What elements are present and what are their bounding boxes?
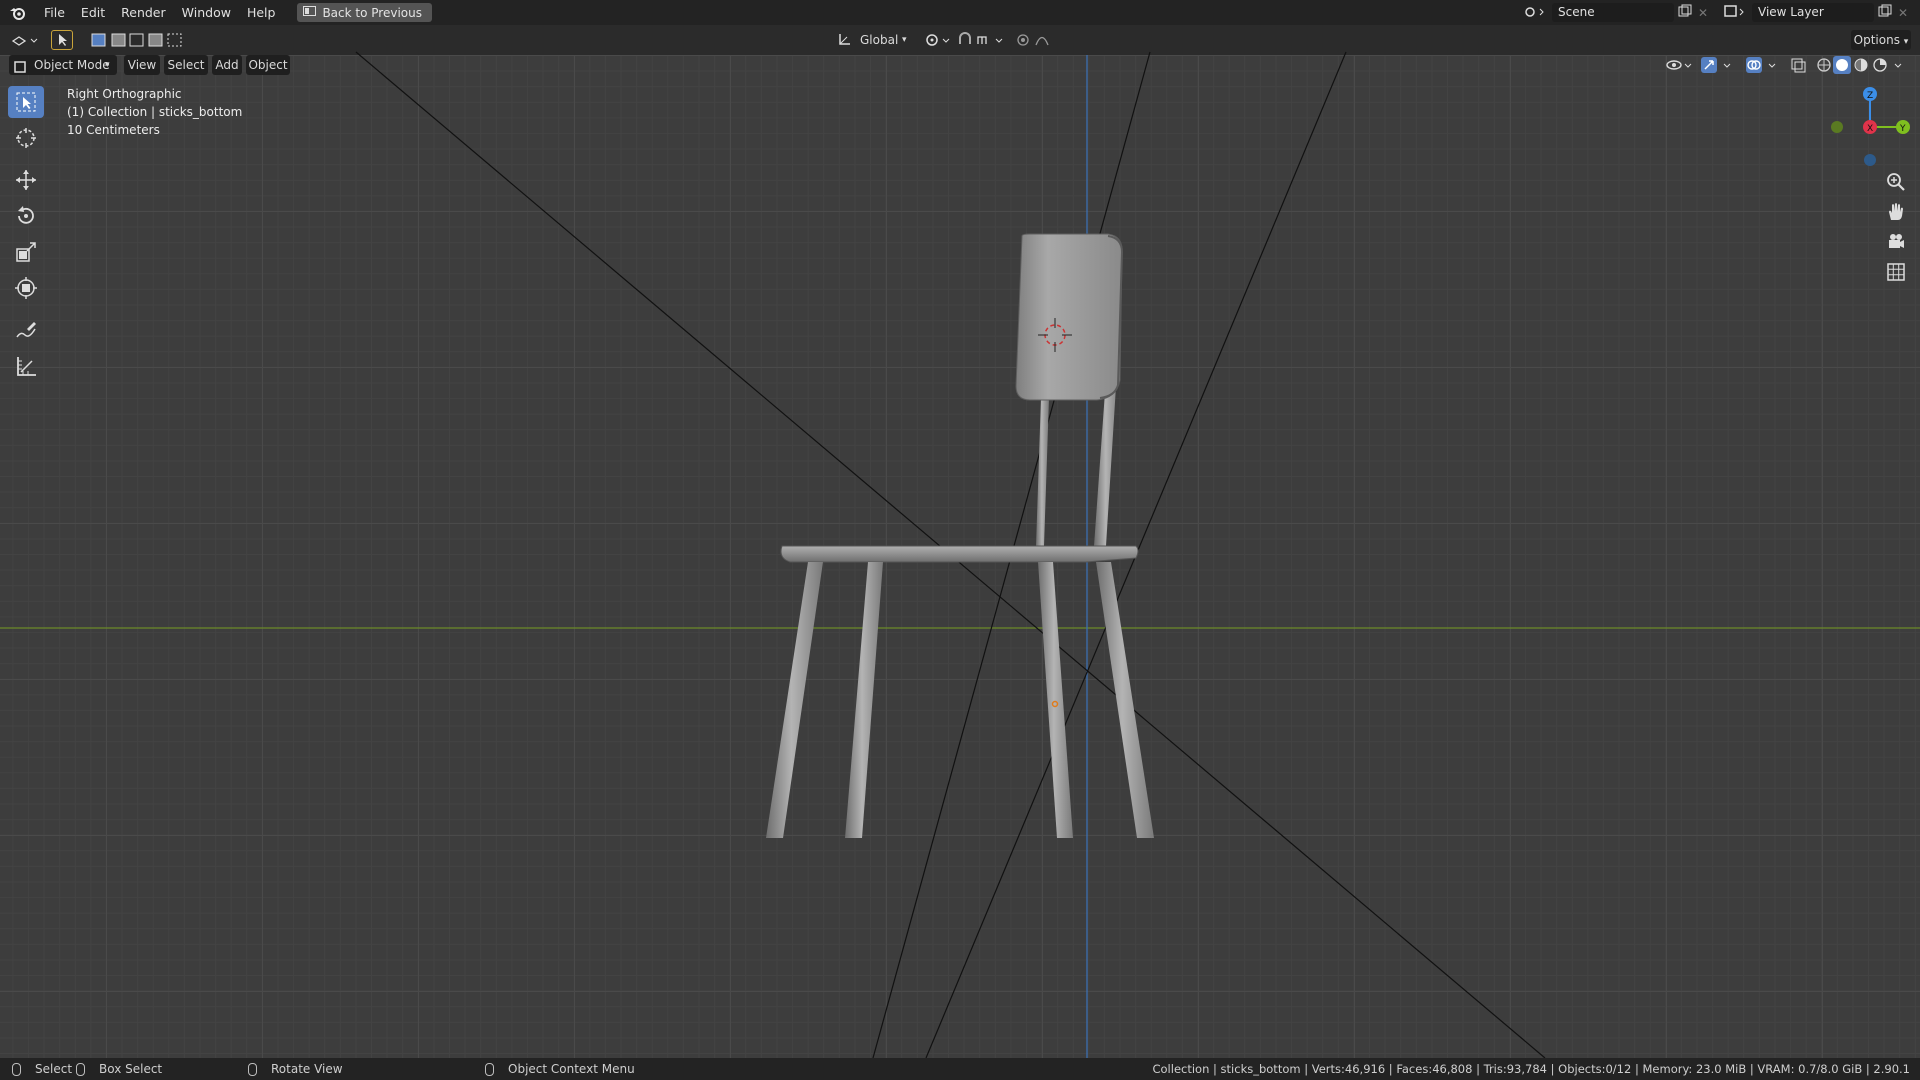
gizmo-toggle-icon[interactable]: [1700, 55, 1734, 75]
svg-text:X: X: [1867, 124, 1873, 134]
rotate-icon[interactable]: [8, 200, 44, 232]
status-rotate-view-label: Rotate View: [271, 1062, 343, 1076]
move-icon[interactable]: [8, 164, 44, 196]
status-context-menu-label: Object Context Menu: [508, 1062, 635, 1076]
svg-text:Z: Z: [1867, 91, 1873, 101]
view-menu[interactable]: View: [124, 55, 160, 75]
mouse-left-icon: [12, 1062, 21, 1076]
status-select-label: Select: [35, 1062, 73, 1076]
overlay-toggle-icon[interactable]: [1745, 55, 1779, 75]
status-select: Select: [12, 1058, 72, 1080]
select-box-icon[interactable]: [8, 86, 44, 118]
active-collection-label: (1) Collection | sticks_bottom: [67, 105, 243, 119]
xray-toggle-icon[interactable]: [1790, 55, 1808, 75]
object-mode-dropdown[interactable]: Object Mode ▾: [9, 55, 117, 75]
zoom-icon[interactable]: [1881, 167, 1911, 197]
viewport-header: Object Mode ▾ View Select Add Object: [0, 55, 1920, 75]
object-mode-label: Object Mode: [34, 58, 110, 72]
status-bar: Select Box Select Rotate View Object Con…: [0, 1058, 1920, 1080]
chair-model: [766, 233, 1154, 838]
status-box-select-label: Box Select: [99, 1062, 163, 1076]
grid-icon[interactable]: [1881, 257, 1911, 287]
status-rotate-view: Rotate View: [248, 1058, 343, 1080]
cursor-icon[interactable]: [8, 122, 44, 154]
status-box-select: Box Select: [76, 1058, 162, 1080]
object-menu[interactable]: Object: [246, 55, 290, 75]
view-name: Right Orthographic: [67, 87, 182, 101]
tool-shelf: [8, 86, 48, 386]
mouse-right-icon: [485, 1062, 494, 1076]
scene-statistics: Collection | sticks_bottom | Verts:46,91…: [1152, 1062, 1910, 1076]
shading-mode-icons[interactable]: [1815, 55, 1915, 75]
visibility-icon[interactable]: [1665, 55, 1695, 75]
grid-scale-label: 10 Centimeters: [67, 123, 160, 137]
measure-icon[interactable]: [8, 350, 44, 382]
mouse-middle-icon: [248, 1062, 257, 1076]
add-menu[interactable]: Add: [212, 55, 242, 75]
mouse-drag-icon: [76, 1062, 85, 1076]
status-context-menu: Object Context Menu: [485, 1058, 635, 1080]
select-menu[interactable]: Select: [164, 55, 208, 75]
navigation-gizmo[interactable]: Z Y X: [1820, 82, 1920, 172]
scale-icon[interactable]: [8, 236, 44, 268]
hand-icon[interactable]: [1881, 197, 1911, 227]
chevron-down-icon: ▾: [105, 60, 110, 70]
scene-drawing: [0, 51, 1920, 1059]
object-mode-icon: [14, 59, 26, 79]
svg-text:Y: Y: [1899, 124, 1906, 134]
transform-icon[interactable]: [8, 272, 44, 304]
camera-icon[interactable]: [1881, 227, 1911, 257]
annotate-icon[interactable]: [8, 314, 44, 346]
